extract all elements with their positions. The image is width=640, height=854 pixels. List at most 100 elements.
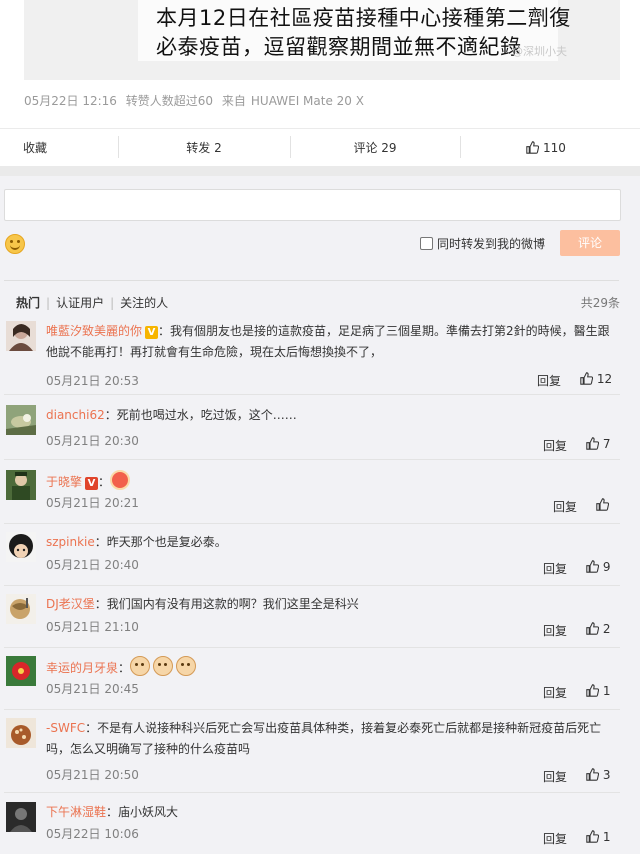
comment-like-button[interactable]: 2 — [586, 622, 610, 636]
reply-button[interactable]: 回复 — [553, 498, 577, 515]
comment-like-button[interactable] — [596, 498, 609, 512]
avatar[interactable] — [6, 470, 36, 500]
comment-username[interactable]: szpinkie — [46, 535, 95, 549]
comment-text: ： — [118, 661, 131, 675]
comment-filter-tabs: 热门 | 认证用户 | 关注的人 — [16, 296, 169, 310]
post-card: 本月12日在社區疫苗接種中心接種第二劑復 必泰疫苗，逗留觀察期間並無不適紀錄 @… — [0, 0, 640, 166]
comment-username[interactable]: 唯藍汐致美麗的你 — [46, 324, 142, 338]
post-meta: 05月22日 12:16 转赞人数超过60 来自 HUAWEI Mate 20 X — [24, 92, 369, 109]
comment-like-count: 12 — [596, 372, 613, 386]
reply-button[interactable]: 回复 — [543, 830, 567, 847]
comment-like-button[interactable]: 9 — [586, 560, 610, 574]
avatar[interactable] — [6, 405, 36, 435]
like-count: 110 — [542, 141, 566, 155]
comment-time: 05月21日 20:30 — [46, 434, 139, 448]
verified-badge-icon: V — [85, 477, 99, 490]
comment-like-count: 1 — [602, 684, 611, 698]
red-envelope-emoji-icon — [110, 470, 131, 490]
tab-following[interactable]: 关注的人 — [120, 296, 168, 310]
thumbs-up-icon — [586, 768, 599, 781]
comment-item: 幸运的月牙泉： 05月21日 20:45 回复 1 — [0, 656, 640, 710]
image-watermark: @深圳小夫 — [512, 45, 567, 58]
comment-time: 05月21日 20:45 — [46, 682, 139, 696]
avatar[interactable] — [6, 802, 36, 832]
avatar[interactable] — [6, 532, 36, 562]
comment-like-button[interactable]: 1 — [586, 830, 610, 844]
comment-panel: 同时转发到我的微博 评论 热门 | 认证用户 | 关注的人 共29条 唯藍汐致美麗的你 V… — [0, 176, 640, 854]
avatar[interactable] — [6, 321, 36, 351]
comment-username[interactable]: 于晓擎 — [46, 475, 82, 489]
comment-divider — [4, 459, 620, 460]
comment-text: ：我们国内有没有用这款的啊？我们这里全是科兴 — [94, 597, 359, 611]
avatar[interactable] — [6, 656, 36, 686]
comment-like-button[interactable]: 1 — [586, 684, 610, 698]
thumbs-up-icon — [586, 830, 599, 843]
favorite-button[interactable]: 收藏 — [0, 129, 70, 167]
post-repost-count: 转赞人数超过60 — [125, 94, 214, 108]
comment-time: 05月21日 20:21 — [46, 496, 139, 510]
reply-button[interactable]: 回复 — [543, 684, 567, 701]
divider — [4, 280, 619, 281]
submit-comment-button[interactable]: 评论 — [560, 230, 620, 256]
tab-verified-users[interactable]: 认证用户 — [56, 296, 104, 310]
post-action-bar: 收藏 转发 2 评论 29 110 — [0, 128, 640, 167]
reply-button[interactable]: 回复 — [543, 622, 567, 639]
comment-divider — [4, 523, 620, 524]
comment-item: dianchi62：死前也喝过水，吃过饭，这个…… 05月21日 20:30 回… — [0, 405, 640, 460]
comment-username[interactable]: dianchi62 — [46, 408, 105, 422]
cat-emoji-icon — [130, 656, 151, 676]
comment-time: 05月21日 20:53 — [46, 374, 139, 388]
cat-emoji-icon — [176, 656, 197, 676]
repost-checkbox[interactable] — [420, 237, 433, 250]
tab-hot[interactable]: 热门 — [16, 296, 40, 310]
comment-like-button[interactable]: 3 — [586, 768, 610, 782]
reply-button[interactable]: 回复 — [543, 560, 567, 577]
comment-time: 05月21日 20:50 — [46, 768, 139, 782]
comment-like-count: 7 — [602, 437, 611, 451]
post-source[interactable]: HUAWEI Mate 20 X — [251, 94, 364, 108]
thumbs-up-icon — [586, 437, 599, 450]
thumbs-up-icon — [596, 498, 609, 511]
comment-text: ： — [98, 475, 111, 489]
comment-time: 05月21日 20:40 — [46, 558, 139, 572]
thumbs-up-icon — [580, 372, 593, 385]
comment-username[interactable]: 下午淋湿鞋 — [46, 805, 106, 819]
comment-item: -SWFC：不是有人说接种科兴后死亡会写出疫苗具体种类，接着复必泰死亡后就都是接… — [0, 718, 640, 793]
comment-button[interactable]: 评论 29 — [290, 129, 460, 167]
comment-username[interactable]: 幸运的月牙泉 — [46, 661, 118, 675]
comment-divider — [4, 792, 620, 793]
avatar[interactable] — [6, 718, 36, 748]
comment-like-button[interactable]: 12 — [580, 372, 612, 386]
repost-button[interactable]: 转发 2 — [118, 129, 290, 167]
post-date[interactable]: 05月22日 12:16 — [24, 94, 117, 108]
image-text-block: 本月12日在社區疫苗接種中心接種第二劑復 必泰疫苗，逗留觀察期間並無不適紀錄 — [138, 0, 570, 61]
reply-button[interactable]: 回复 — [543, 768, 567, 785]
comment-like-button[interactable]: 7 — [586, 437, 610, 451]
comment-text: ：庙小妖风大 — [106, 805, 179, 819]
comment-username[interactable]: DJ老汉堡 — [46, 597, 95, 611]
comment-divider — [4, 585, 620, 586]
comment-input[interactable] — [4, 189, 621, 221]
comment-total: 共29条 — [580, 296, 620, 310]
comment-username[interactable]: -SWFC — [46, 721, 85, 735]
comment-item: DJ老汉堡：我们国内有没有用这款的啊？我们这里全是科兴 05月21日 21:10… — [0, 594, 640, 648]
comment-time: 05月22日 10:06 — [46, 827, 139, 841]
image-text-line-2: 必泰疫苗，逗留觀察期間並無不適紀錄 — [156, 35, 522, 59]
like-button[interactable]: 110 — [460, 129, 632, 167]
repost-checkbox-label: 同时转发到我的微博 — [437, 237, 546, 251]
comment-item: 于晓擎 V： 05月21日 20:21 回复 — [0, 470, 640, 524]
comment-divider — [4, 394, 620, 395]
comment-item: 唯藍汐致美麗的你 V ：我有個朋友也是接的這款疫苗，足足病了三個星期。準備去打第2針… — [0, 321, 640, 395]
comment-text: ：死前也喝过水，吃过饭，这个…… — [104, 408, 297, 422]
comment-like-count: 9 — [602, 560, 611, 574]
avatar[interactable] — [6, 594, 36, 624]
thumbs-up-icon — [526, 141, 540, 154]
comment-like-count: 2 — [602, 622, 611, 636]
reply-button[interactable]: 回复 — [537, 372, 561, 389]
comment-divider — [4, 709, 620, 710]
comment-text: ：昨天那个也是复必泰。 — [94, 535, 227, 549]
emoji-icon[interactable] — [5, 234, 25, 254]
comment-item: szpinkie：昨天那个也是复必泰。 05月21日 20:40 回复 9 — [0, 532, 640, 586]
post-image[interactable]: 本月12日在社區疫苗接種中心接種第二劑復 必泰疫苗，逗留觀察期間並無不適紀錄 @… — [24, 0, 620, 80]
reply-button[interactable]: 回复 — [543, 437, 567, 454]
